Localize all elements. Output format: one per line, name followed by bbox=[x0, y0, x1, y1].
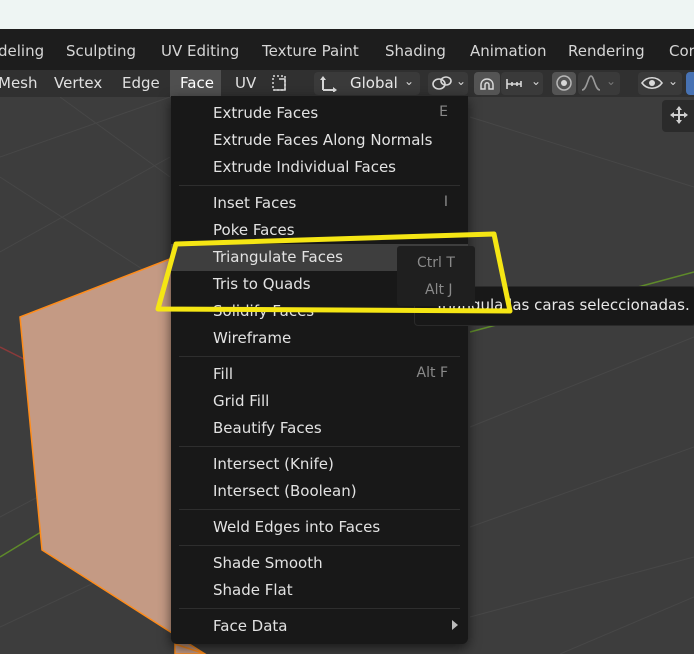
menu-item-shade-flat[interactable]: Shade Flat bbox=[171, 577, 468, 604]
menu-face-label: Face bbox=[180, 74, 214, 92]
tab-animation[interactable]: Animation bbox=[470, 42, 546, 60]
menu-item-label: Extrude Faces Along Normals bbox=[213, 131, 433, 149]
pivot-dropdown[interactable]: ⌄ bbox=[428, 72, 468, 95]
tab-modeling[interactable]: deling bbox=[0, 42, 44, 60]
menu-item-label: Shade Smooth bbox=[213, 554, 323, 572]
workspace-tabs-bar: deling Sculpting UV Editing Texture Pain… bbox=[0, 29, 694, 70]
menu-item-shortcut: Alt F bbox=[416, 365, 448, 381]
face-menu-dropdown: Extrude Faces E Extrude Faces Along Norm… bbox=[171, 96, 468, 644]
falloff-icon bbox=[581, 73, 601, 97]
snap-increment-icon bbox=[504, 73, 524, 97]
menu-item-shortcut: I bbox=[443, 194, 448, 210]
menu-item-label: Tris to Quads bbox=[213, 275, 311, 293]
menu-item-label: Inset Faces bbox=[213, 194, 297, 212]
snap-icon bbox=[478, 73, 496, 97]
menu-item-intersect-boolean[interactable]: Intersect (Boolean) bbox=[171, 478, 468, 505]
menu-item-label: Solidify Faces bbox=[213, 302, 315, 320]
viewport-header: Mesh Vertex Edge Face UV Global ⌄ ⌄ ⌄ ⌄ … bbox=[0, 70, 694, 97]
menu-item-label: Extrude Faces bbox=[213, 104, 319, 122]
menu-item-label: Poke Faces bbox=[213, 221, 295, 239]
menu-item-extrude-individual-faces[interactable]: Extrude Individual Faces bbox=[171, 154, 468, 181]
visibility-icon bbox=[641, 74, 663, 96]
title-strip bbox=[0, 0, 694, 29]
menu-item-label: Triangulate Faces bbox=[213, 248, 343, 266]
shortcut-hint-box: Ctrl T Alt J bbox=[397, 246, 475, 306]
menu-item-shade-smooth[interactable]: Shade Smooth bbox=[171, 550, 468, 577]
menu-separator bbox=[179, 608, 460, 609]
overlay-toggle[interactable] bbox=[686, 72, 694, 95]
menu-separator bbox=[179, 185, 460, 186]
snap-toggle[interactable] bbox=[474, 72, 500, 95]
tab-texture-paint[interactable]: Texture Paint bbox=[262, 42, 359, 60]
menu-separator bbox=[179, 356, 460, 357]
menu-item-intersect-knife[interactable]: Intersect (Knife) bbox=[171, 451, 468, 478]
menu-item-label: Beautify Faces bbox=[213, 419, 322, 437]
menu-item-beautify-faces[interactable]: Beautify Faces bbox=[171, 415, 468, 442]
transform-tool-icon bbox=[670, 106, 688, 128]
menu-item-grid-fill[interactable]: Grid Fill bbox=[171, 388, 468, 415]
orientation-value: Global bbox=[350, 74, 398, 92]
menu-item-label: Intersect (Knife) bbox=[213, 455, 334, 473]
menu-item-extrude-faces[interactable]: Extrude Faces E bbox=[171, 100, 468, 127]
shortcut-alt-j: Alt J bbox=[425, 282, 453, 298]
menu-edge[interactable]: Edge bbox=[122, 74, 160, 92]
menu-mesh[interactable]: Mesh bbox=[0, 74, 38, 92]
chevron-down-icon: ⌄ bbox=[456, 74, 467, 88]
shortcut-ctrl-t: Ctrl T bbox=[417, 255, 455, 271]
menu-item-label: Intersect (Boolean) bbox=[213, 482, 357, 500]
menu-item-weld-edges-into-faces[interactable]: Weld Edges into Faces bbox=[171, 514, 468, 541]
menu-face[interactable]: Face bbox=[170, 70, 221, 97]
side-toolbar-button[interactable] bbox=[662, 100, 694, 132]
menu-item-face-data[interactable]: Face Data bbox=[171, 613, 468, 640]
proportional-edit-icon bbox=[555, 74, 573, 96]
cursor-select-icon[interactable] bbox=[270, 73, 288, 97]
menu-item-poke-faces[interactable]: Poke Faces bbox=[171, 217, 468, 244]
menu-item-label: Wireframe bbox=[213, 329, 292, 347]
submenu-arrow-icon bbox=[452, 620, 458, 630]
menu-item-wireframe[interactable]: Wireframe bbox=[171, 325, 468, 352]
menu-item-label: Grid Fill bbox=[213, 392, 270, 410]
menu-uv[interactable]: UV bbox=[235, 74, 256, 92]
menu-item-label: Fill bbox=[213, 365, 234, 383]
menu-item-label: Extrude Individual Faces bbox=[213, 158, 396, 176]
falloff-dropdown[interactable]: ⌄ bbox=[578, 72, 620, 95]
tab-uv-editing[interactable]: UV Editing bbox=[161, 42, 239, 60]
transform-tool-icon bbox=[320, 74, 338, 96]
menu-item-label: Shade Flat bbox=[213, 581, 293, 599]
menu-separator bbox=[179, 545, 460, 546]
visibility-dropdown[interactable]: ⌄ bbox=[638, 72, 682, 95]
chevron-down-icon: ⌄ bbox=[668, 74, 679, 88]
menu-item-extrude-faces-along-normals[interactable]: Extrude Faces Along Normals bbox=[171, 127, 468, 154]
transform-orientation-dropdown[interactable]: Global ⌄ bbox=[314, 72, 420, 95]
tab-compositing[interactable]: Cor bbox=[669, 42, 694, 60]
proportional-edit-toggle[interactable] bbox=[552, 72, 576, 95]
menu-separator bbox=[179, 509, 460, 510]
tab-shading[interactable]: Shading bbox=[385, 42, 446, 60]
menu-item-label: Face Data bbox=[213, 617, 288, 635]
snap-target-dropdown[interactable]: ⌄ bbox=[501, 72, 543, 95]
menu-item-fill[interactable]: Fill Alt F bbox=[171, 361, 468, 388]
chevron-down-icon: ⌄ bbox=[606, 74, 617, 88]
menu-item-label: Weld Edges into Faces bbox=[213, 518, 381, 536]
tab-sculpting[interactable]: Sculpting bbox=[66, 42, 136, 60]
menu-item-inset-faces[interactable]: Inset Faces I bbox=[171, 190, 468, 217]
menu-item-shortcut: E bbox=[439, 104, 448, 120]
chevron-down-icon: ⌄ bbox=[404, 74, 415, 88]
menu-separator bbox=[179, 446, 460, 447]
link-icon bbox=[431, 73, 453, 97]
menu-vertex[interactable]: Vertex bbox=[54, 74, 102, 92]
chevron-down-icon: ⌄ bbox=[531, 74, 542, 88]
tab-rendering[interactable]: Rendering bbox=[568, 42, 645, 60]
